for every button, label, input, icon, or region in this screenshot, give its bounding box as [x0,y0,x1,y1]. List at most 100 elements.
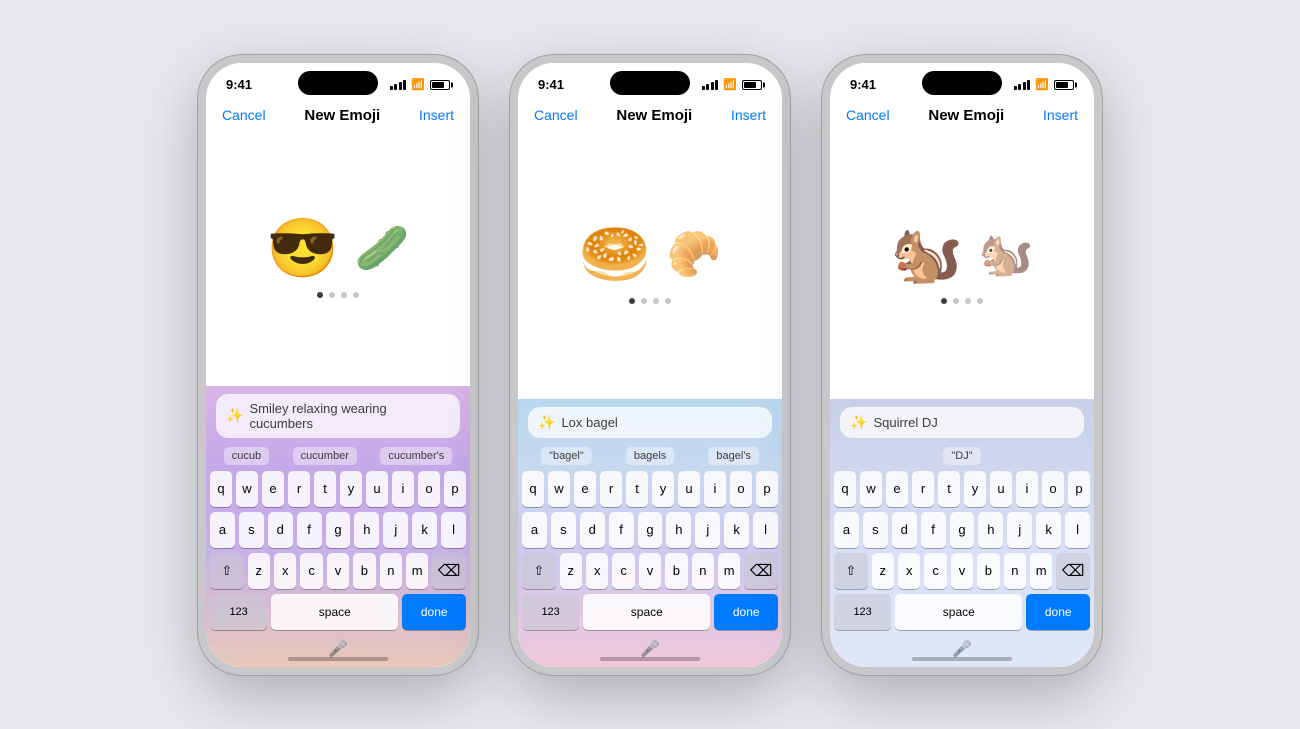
key-n[interactable]: n [692,553,714,589]
key-m[interactable]: m [718,553,740,589]
page-dot[interactable] [953,298,959,304]
page-dot[interactable] [641,298,647,304]
backspace-key[interactable]: ⌫ [1056,553,1090,589]
suggestion-item[interactable]: "bagel" [541,447,592,465]
key-x[interactable]: x [274,553,296,589]
key-x[interactable]: x [898,553,920,589]
key-b[interactable]: b [977,553,999,589]
space-key[interactable]: space [583,594,710,630]
key-d[interactable]: d [580,512,605,548]
key-g[interactable]: g [638,512,663,548]
key-q[interactable]: q [834,471,856,507]
key-a[interactable]: a [834,512,859,548]
key-r[interactable]: r [288,471,310,507]
key-i[interactable]: i [704,471,726,507]
key-y[interactable]: y [340,471,362,507]
key-a[interactable]: a [522,512,547,548]
mic-icon[interactable]: 🎤 [328,639,348,659]
page-dot[interactable] [665,298,671,304]
key-l[interactable]: l [441,512,466,548]
key-t[interactable]: t [626,471,648,507]
space-key[interactable]: space [895,594,1022,630]
key-v[interactable]: v [639,553,661,589]
key-x[interactable]: x [586,553,608,589]
key-y[interactable]: y [652,471,674,507]
key-r[interactable]: r [912,471,934,507]
nums-key[interactable]: 123 [210,594,267,630]
key-h[interactable]: h [666,512,691,548]
suggestion-item[interactable]: "DJ" [943,447,980,465]
suggestion-item[interactable]: bagel's [708,447,759,465]
emoji-secondary[interactable]: 🥐 [667,233,722,277]
key-o[interactable]: o [418,471,440,507]
key-u[interactable]: u [990,471,1012,507]
key-d[interactable]: d [892,512,917,548]
page-dot[interactable] [629,298,635,304]
key-l[interactable]: l [1065,512,1090,548]
key-p[interactable]: p [444,471,466,507]
key-k[interactable]: k [1036,512,1061,548]
key-m[interactable]: m [1030,553,1052,589]
key-o[interactable]: o [730,471,752,507]
key-g[interactable]: g [326,512,351,548]
key-o[interactable]: o [1042,471,1064,507]
suggestion-item[interactable]: cucub [224,447,269,465]
page-dot[interactable] [941,298,947,304]
emoji-primary[interactable]: 🥯 [578,226,650,284]
key-s[interactable]: s [551,512,576,548]
key-r[interactable]: r [600,471,622,507]
key-h[interactable]: h [354,512,379,548]
key-m[interactable]: m [406,553,428,589]
key-f[interactable]: f [921,512,946,548]
key-c[interactable]: c [300,553,322,589]
key-i[interactable]: i [1016,471,1038,507]
key-q[interactable]: q [522,471,544,507]
key-n[interactable]: n [380,553,402,589]
page-dot[interactable] [341,292,347,298]
insert-button[interactable]: Insert [731,107,766,123]
key-u[interactable]: u [678,471,700,507]
nums-key[interactable]: 123 [834,594,891,630]
key-j[interactable]: j [383,512,408,548]
key-z[interactable]: z [248,553,270,589]
done-key[interactable]: done [402,594,466,630]
key-k[interactable]: k [412,512,437,548]
shift-key[interactable]: ⇧ [834,553,868,589]
key-z[interactable]: z [560,553,582,589]
key-e[interactable]: e [574,471,596,507]
emoji-primary[interactable]: 🐿️ [890,226,962,284]
key-d[interactable]: d [268,512,293,548]
key-w[interactable]: w [860,471,882,507]
mic-icon[interactable]: 🎤 [640,639,660,659]
key-u[interactable]: u [366,471,388,507]
insert-button[interactable]: Insert [1043,107,1078,123]
search-box[interactable]: ✨ Squirrel DJ [840,407,1084,438]
key-j[interactable]: j [1007,512,1032,548]
key-z[interactable]: z [872,553,894,589]
key-a[interactable]: a [210,512,235,548]
emoji-primary[interactable]: 😎 [266,220,338,278]
key-c[interactable]: c [612,553,634,589]
page-dot[interactable] [329,292,335,298]
suggestion-item[interactable]: cucumber's [380,447,452,465]
backspace-key[interactable]: ⌫ [432,553,466,589]
page-dot[interactable] [977,298,983,304]
key-y[interactable]: y [964,471,986,507]
cancel-button[interactable]: Cancel [222,107,266,123]
emoji-secondary[interactable]: 🥒 [355,227,410,271]
done-key[interactable]: done [1026,594,1090,630]
key-v[interactable]: v [951,553,973,589]
key-h[interactable]: h [978,512,1003,548]
key-p[interactable]: p [1068,471,1090,507]
page-dot[interactable] [965,298,971,304]
cancel-button[interactable]: Cancel [846,107,890,123]
done-key[interactable]: done [714,594,778,630]
key-b[interactable]: b [665,553,687,589]
key-p[interactable]: p [756,471,778,507]
key-i[interactable]: i [392,471,414,507]
key-q[interactable]: q [210,471,232,507]
key-v[interactable]: v [327,553,349,589]
backspace-key[interactable]: ⌫ [744,553,778,589]
cancel-button[interactable]: Cancel [534,107,578,123]
emoji-secondary[interactable]: 🐿️ [979,233,1034,277]
